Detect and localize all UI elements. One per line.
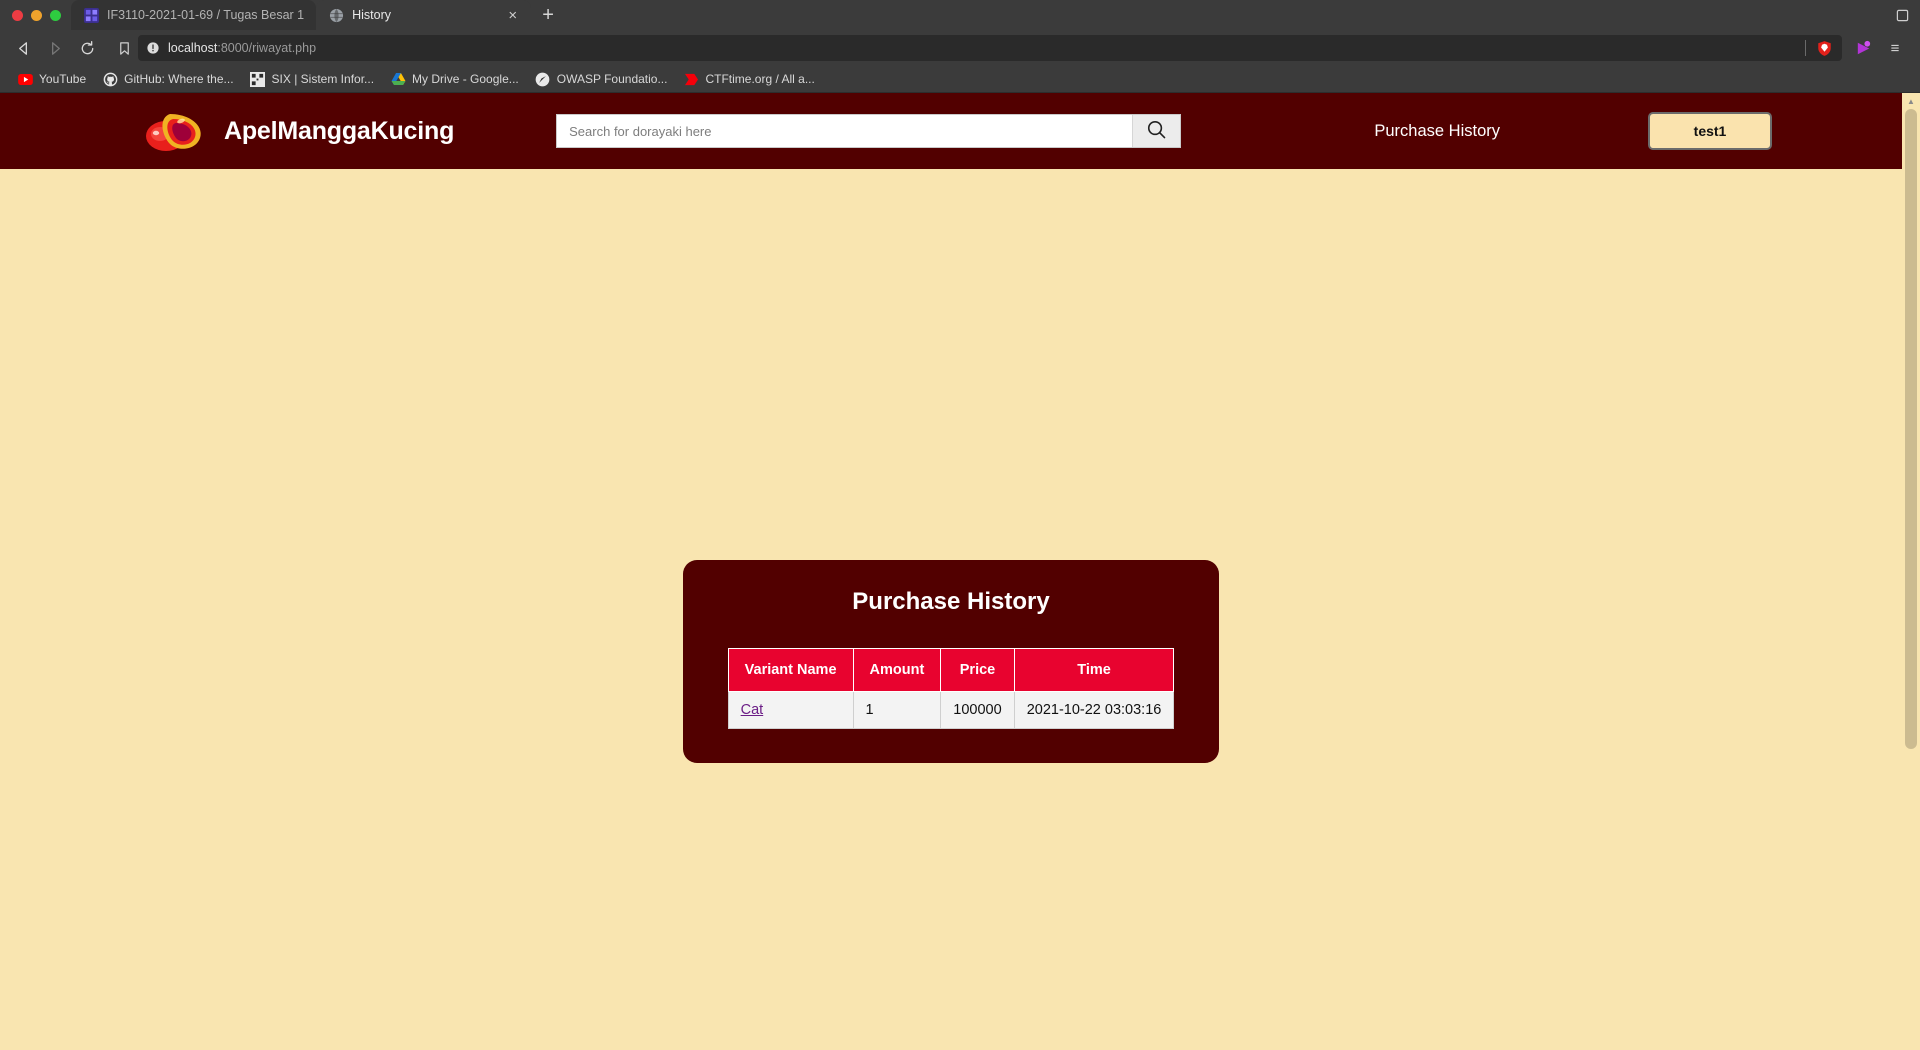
- bookmark-label: OWASP Foundatio...: [556, 72, 668, 86]
- cell-amount: 1: [852, 691, 942, 729]
- cell-time: 2021-10-22 03:03:16: [1013, 691, 1175, 729]
- toolbar-right: ≡: [1850, 35, 1912, 61]
- url-text: localhost:8000/riwayat.php: [168, 41, 1797, 55]
- brand-logo-link[interactable]: ApelManggaKucing: [140, 108, 454, 154]
- reload-button[interactable]: [72, 34, 102, 62]
- url-host: localhost: [168, 41, 218, 55]
- restore-window-button[interactable]: [1884, 0, 1920, 30]
- bookmark-label: CTFtime.org / All a...: [705, 72, 815, 86]
- browser-tab-gitlab[interactable]: IF3110-2021-01-69 / Tugas Besar 1: [71, 0, 317, 30]
- globe-icon: [328, 7, 344, 23]
- address-bar[interactable]: localhost:8000/riwayat.php: [138, 35, 1842, 61]
- apple-mango-logo-icon: [140, 108, 210, 154]
- gitlab-icon: [83, 7, 99, 23]
- cell-variant-name: Cat: [727, 691, 854, 729]
- close-tab-button[interactable]: ×: [506, 8, 519, 23]
- search-button[interactable]: [1132, 115, 1181, 147]
- bookmark-label: My Drive - Google...: [412, 72, 519, 86]
- user-account-button[interactable]: test1: [1648, 112, 1772, 150]
- column-header-time: Time: [1013, 648, 1175, 692]
- google-drive-icon: [390, 71, 406, 87]
- bookmark-label: YouTube: [39, 72, 87, 86]
- tab-title: IF3110-2021-01-69 / Tugas Besar 1: [107, 8, 305, 22]
- table-row: Cat 1 100000 2021-10-22 03:03:16: [727, 691, 1175, 729]
- ctftime-icon: [683, 71, 699, 87]
- web-page: ApelManggaKucing Purchase His: [0, 93, 1902, 763]
- page-viewport: ApelManggaKucing Purchase His: [0, 93, 1920, 1050]
- nav-link-purchase-history[interactable]: Purchase History: [1374, 122, 1500, 141]
- tab-strip-spacer: [565, 0, 1884, 30]
- page-scrollbar[interactable]: ▲: [1902, 93, 1920, 1050]
- brand-name: ApelManggaKucing: [224, 116, 455, 145]
- brave-shields-icon[interactable]: [1814, 38, 1834, 58]
- maximize-window-button[interactable]: [50, 9, 61, 21]
- bookmark-github[interactable]: GitHub: Where the...: [95, 68, 240, 90]
- page-content: Purchase History Variant Name Amount Pri…: [0, 169, 1902, 763]
- bookmark-google-drive[interactable]: My Drive - Google...: [383, 68, 526, 90]
- search-bar: [556, 114, 1182, 148]
- new-tab-button[interactable]: +: [531, 0, 565, 30]
- bookmarks-bar: YouTube GitHub: Where the... SIX | Siste…: [0, 66, 1920, 93]
- navigation-toolbar: localhost:8000/riwayat.php ≡: [0, 30, 1920, 66]
- bookmark-label: SIX | Sistem Infor...: [271, 72, 375, 86]
- column-header-price: Price: [940, 648, 1015, 692]
- browser-window: IF3110-2021-01-69 / Tugas Besar 1 Histor…: [0, 0, 1920, 1050]
- bookmark-six[interactable]: SIX | Sistem Infor...: [243, 68, 382, 90]
- minimize-window-button[interactable]: [31, 9, 42, 21]
- window-controls: [6, 0, 71, 30]
- table-header-row: Variant Name Amount Price Time: [727, 648, 1175, 692]
- column-header-amount: Amount: [852, 648, 942, 692]
- cell-price: 100000: [940, 691, 1015, 729]
- header-right: Purchase History test1: [1374, 112, 1902, 150]
- bookmark-owasp[interactable]: OWASP Foundatio...: [528, 68, 675, 90]
- site-header: ApelManggaKucing Purchase His: [0, 93, 1902, 169]
- tab-title: History: [352, 8, 392, 22]
- purchase-history-table: Variant Name Amount Price Time Cat 1 100…: [727, 648, 1175, 729]
- browser-menu-icon[interactable]: ≡: [1882, 35, 1908, 61]
- variant-name-link[interactable]: Cat: [741, 702, 764, 718]
- bookmark-icon[interactable]: [110, 34, 138, 62]
- url-separator: [1805, 40, 1806, 56]
- extension-icon[interactable]: [1850, 35, 1876, 61]
- card-title: Purchase History: [852, 588, 1050, 615]
- search-icon: [1146, 119, 1167, 143]
- github-icon: [102, 71, 118, 87]
- close-window-button[interactable]: [12, 9, 23, 21]
- owasp-icon: [535, 71, 551, 87]
- site-info-icon[interactable]: [146, 41, 160, 55]
- back-button[interactable]: [8, 34, 38, 62]
- browser-tab-history[interactable]: History ×: [316, 0, 532, 30]
- bookmark-ctftime[interactable]: CTFtime.org / All a...: [676, 68, 821, 90]
- bookmark-label: GitHub: Where the...: [124, 72, 234, 86]
- url-path: :8000/riwayat.php: [217, 41, 317, 55]
- purchase-history-card: Purchase History Variant Name Amount Pri…: [683, 560, 1219, 763]
- youtube-icon: [17, 71, 33, 87]
- url-bar-area: localhost:8000/riwayat.php: [104, 34, 1848, 62]
- scroll-up-arrow[interactable]: ▲: [1902, 93, 1920, 109]
- bookmark-youtube[interactable]: YouTube: [10, 68, 93, 90]
- six-icon: [250, 71, 266, 87]
- search-input[interactable]: [557, 115, 1133, 147]
- forward-button[interactable]: [40, 34, 70, 62]
- tab-strip: IF3110-2021-01-69 / Tugas Besar 1 Histor…: [0, 0, 1920, 30]
- scrollbar-thumb[interactable]: [1905, 109, 1917, 749]
- column-header-variant-name: Variant Name: [727, 648, 854, 692]
